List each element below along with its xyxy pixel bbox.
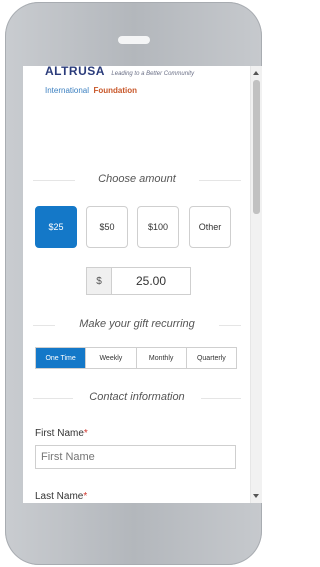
scroll-down-icon[interactable] <box>253 494 259 498</box>
divider <box>201 398 241 399</box>
amount-50-button[interactable]: $50 <box>86 206 128 248</box>
amount-100-button[interactable]: $100 <box>137 206 179 248</box>
donation-form: ALTRUSA Leading to a Better Community In… <box>23 66 251 503</box>
last-name-label: Last Name* <box>35 491 87 502</box>
contact-title: Contact information <box>89 391 185 403</box>
first-name-label: First Name* <box>35 428 88 439</box>
divider <box>219 325 241 326</box>
first-name-label-text: First Name <box>35 428 84 439</box>
required-mark: * <box>83 428 88 439</box>
logo-brand: ALTRUSA <box>45 66 105 78</box>
frequency-monthly[interactable]: Monthly <box>137 348 187 368</box>
divider <box>33 325 55 326</box>
frequency-selector: One Time Weekly Monthly Quarterly <box>35 347 237 369</box>
logo-tagline: Leading to a Better Community <box>111 71 195 77</box>
frequency-one-time[interactable]: One Time <box>36 348 87 368</box>
divider <box>33 180 75 181</box>
amount-input[interactable]: 25.00 <box>112 268 190 294</box>
frequency-weekly[interactable]: Weekly <box>86 348 137 368</box>
scrollbar-thumb[interactable] <box>253 80 260 214</box>
frequency-quarterly[interactable]: Quarterly <box>187 348 236 368</box>
scrollbar[interactable] <box>250 66 262 503</box>
currency-addon: $ <box>87 268 112 294</box>
amount-other-button[interactable]: Other <box>189 206 231 248</box>
altrusa-logo: ALTRUSA Leading to a Better Community In… <box>45 66 231 95</box>
amount-25-button[interactable]: $25 <box>35 206 77 248</box>
last-name-label-text: Last Name <box>35 491 84 502</box>
choose-amount-title: Choose amount <box>98 173 176 185</box>
logo-foundation: Foundation <box>93 86 138 95</box>
divider <box>199 180 241 181</box>
phone-frame: ALTRUSA Leading to a Better Community In… <box>5 2 262 565</box>
recurring-title: Make your gift recurring <box>79 318 195 330</box>
scroll-up-icon[interactable] <box>253 71 259 75</box>
logo-international: International <box>45 86 90 95</box>
choose-amount-heading: Choose amount <box>23 173 251 185</box>
phone-speaker <box>118 36 150 44</box>
first-name-input[interactable] <box>35 445 236 469</box>
divider <box>33 398 73 399</box>
amount-field[interactable]: $ 25.00 <box>86 267 191 295</box>
recurring-heading: Make your gift recurring <box>23 318 251 330</box>
contact-heading: Contact information <box>23 391 251 403</box>
required-mark: * <box>83 491 88 502</box>
phone-screen: ALTRUSA Leading to a Better Community In… <box>23 66 262 503</box>
